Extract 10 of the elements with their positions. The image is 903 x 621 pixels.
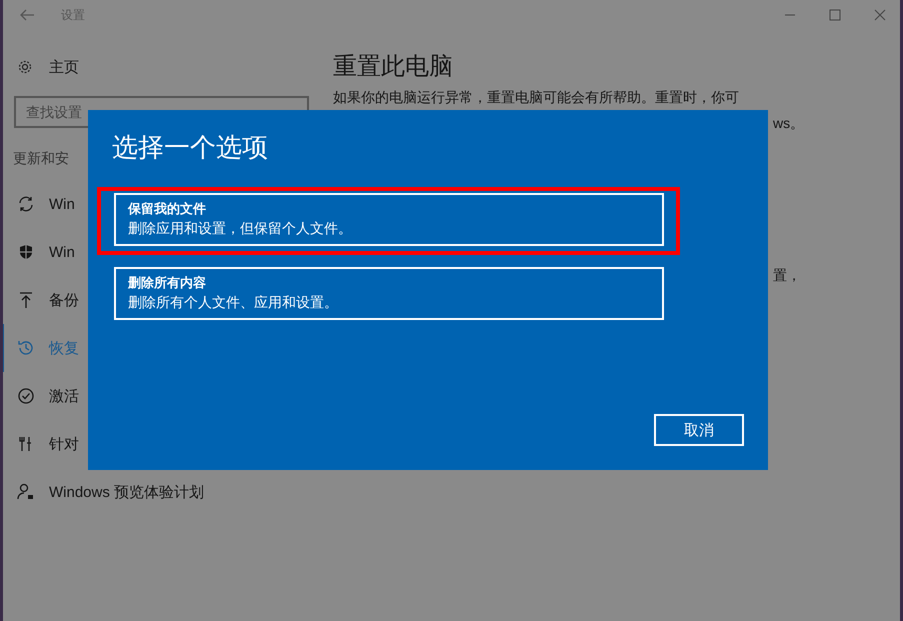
option-description: 删除应用和设置，但保留个人文件。 — [128, 219, 353, 238]
option-description: 删除所有个人文件、应用和设置。 — [128, 293, 339, 312]
page-title: 重置此电脑 — [333, 52, 454, 82]
dialog-title: 选择一个选项 — [112, 131, 269, 164]
description-text: ws。 — [772, 114, 795, 132]
description-text: 如果你的电脑运行异常，重置电脑可能会有所帮助。重置时，你可 — [333, 88, 740, 106]
section-heading: 更新和安 — [13, 150, 70, 168]
option-title: 删除所有内容 — [128, 274, 207, 292]
description-text: 置， — [772, 266, 795, 284]
option-title: 保留我的文件 — [128, 200, 207, 218]
